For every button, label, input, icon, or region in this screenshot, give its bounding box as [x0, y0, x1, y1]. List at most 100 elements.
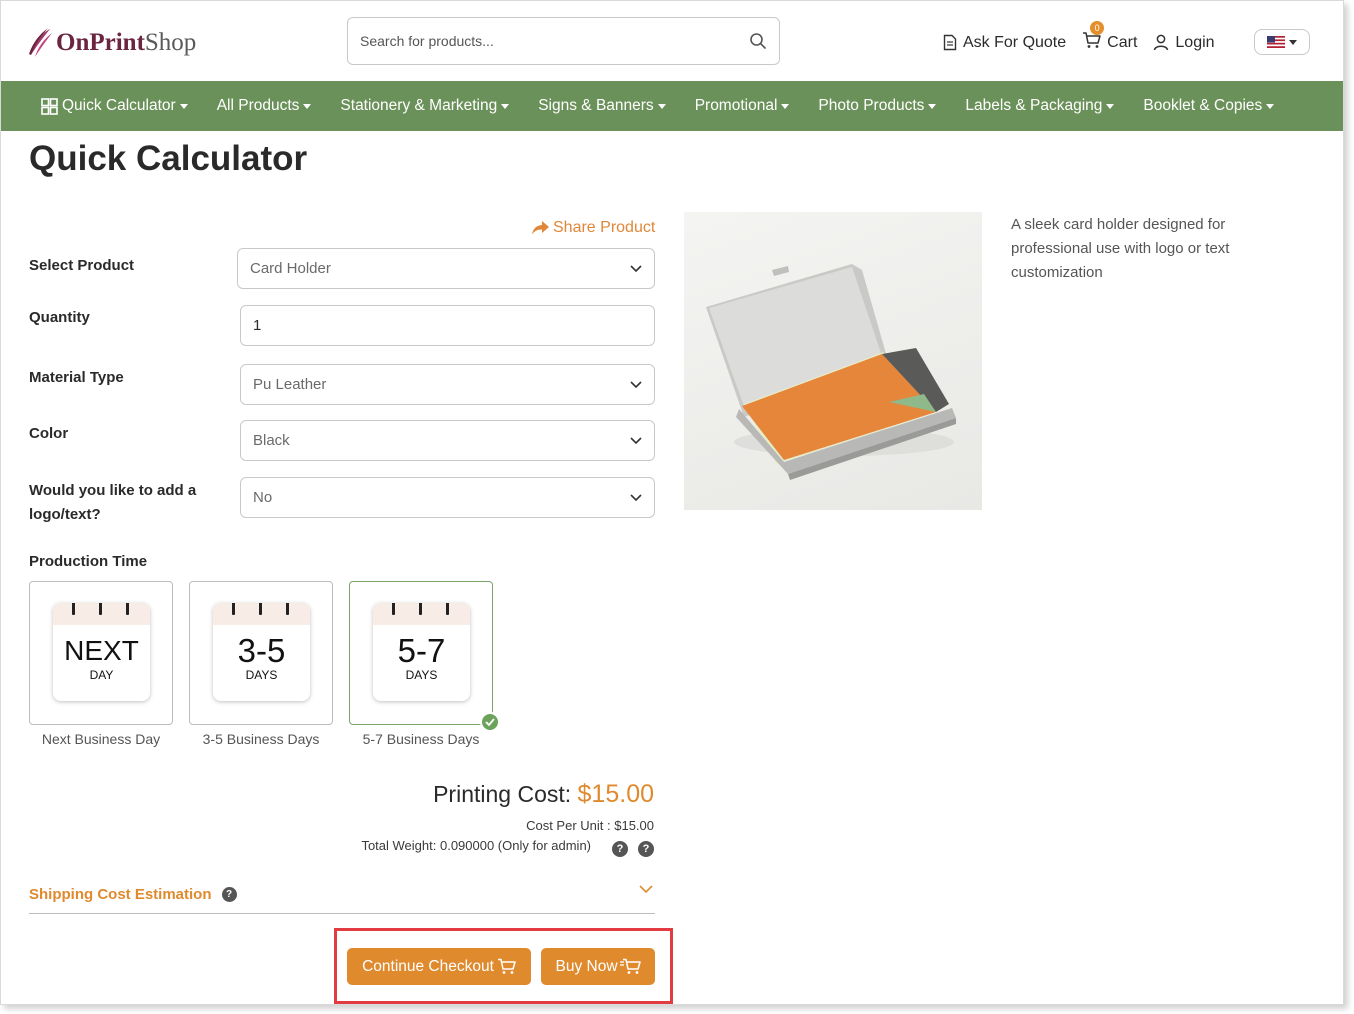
logo-bold-text: OnPrint [56, 29, 145, 56]
caret-down-icon [501, 103, 510, 109]
chevron-down-icon [630, 380, 642, 388]
calendar-big-text: 3-5 [237, 632, 286, 669]
chevron-down-icon [630, 436, 642, 444]
nav-label: Signs & Banners [538, 97, 654, 114]
logo-select-value: No [253, 489, 273, 506]
feather-logo-icon [29, 28, 52, 57]
ask-quote-link[interactable]: Ask For Quote [943, 34, 1066, 52]
production-caption: 5-7 Business Days [362, 731, 480, 747]
nav-label: All Products [216, 97, 300, 114]
nav-stationery-marketing[interactable]: Stationery & Marketing [340, 97, 510, 115]
material-type-label: Material Type [29, 369, 124, 386]
chevron-down-icon [1289, 39, 1297, 45]
production-option-next-day[interactable]: NEXT DAY [29, 581, 173, 725]
logo-text-select[interactable]: No [240, 477, 655, 518]
shipping-label: Shipping Cost Estimation [29, 886, 212, 903]
caret-down-icon [303, 103, 312, 109]
share-arrow-icon [532, 221, 549, 235]
divider [29, 913, 655, 914]
production-option-5-7-days[interactable]: 5-7 DAYS [349, 581, 493, 725]
calculator-grid-icon [41, 97, 58, 115]
nav-signs-banners[interactable]: Signs & Banners [538, 97, 666, 115]
printing-cost-value: $15.00 [577, 780, 654, 808]
language-selector[interactable] [1254, 29, 1310, 55]
nav-quick-calculator[interactable]: Quick Calculator [41, 97, 188, 115]
chevron-down-icon [630, 264, 642, 272]
logo-light-text: Shop [144, 29, 197, 56]
color-select-value: Black [253, 432, 290, 449]
calendar-big-text: NEXT [64, 635, 139, 666]
material-type-select[interactable]: Pu Leather [240, 364, 655, 405]
login-label: Login [1175, 33, 1215, 51]
site-logo[interactable]: OnPrintShop [28, 27, 196, 59]
calendar-icon: NEXT DAY [53, 603, 150, 701]
continue-checkout-button[interactable]: Continue Checkout [347, 948, 531, 985]
chevron-down-icon[interactable] [639, 885, 653, 894]
cost-per-unit: Cost Per Unit : $15.00 [526, 818, 654, 833]
nav-photo-products[interactable]: Photo Products [818, 97, 937, 115]
printing-cost: Printing Cost: $15.00 [433, 780, 654, 809]
quantity-value: 1 [253, 317, 262, 334]
ask-quote-label: Ask For Quote [963, 33, 1067, 51]
cart-label: Cart [1107, 33, 1138, 51]
nav-label: Labels & Packaging [965, 97, 1103, 114]
continue-checkout-label: Continue Checkout [362, 957, 494, 975]
cart-link[interactable]: 0 Cart [1082, 21, 1138, 54]
selected-check-icon [480, 712, 500, 732]
nav-label: Quick Calculator [62, 97, 176, 114]
site-header: OnPrintShop Ask For Quote [1, 1, 1343, 81]
calendar-small-text: DAY [89, 668, 114, 682]
page-title: Quick Calculator [29, 139, 308, 178]
production-time-label: Production Time [29, 553, 148, 570]
fast-cart-icon [619, 958, 641, 974]
header-links: Ask For Quote 0 Cart Login [943, 21, 1231, 54]
search-box[interactable] [347, 17, 780, 65]
search-icon[interactable] [749, 32, 767, 50]
cart-icon [497, 958, 516, 974]
search-input[interactable] [360, 33, 749, 49]
document-icon [943, 34, 957, 51]
shipping-estimation-toggle[interactable]: Shipping Cost Estimation ? [29, 886, 237, 903]
nav-all-products[interactable]: All Products [217, 97, 312, 115]
product-select[interactable]: Card Holder [237, 248, 655, 289]
buy-now-button[interactable]: Buy Now [541, 948, 655, 985]
production-caption: 3-5 Business Days [202, 731, 320, 747]
nav-label: Booklet & Copies [1143, 97, 1263, 114]
calendar-icon: 3-5 DAYS [213, 603, 310, 701]
login-link[interactable]: Login [1153, 33, 1215, 52]
material-select-value: Pu Leather [253, 376, 327, 393]
product-select-value: Card Holder [250, 260, 331, 277]
product-image [684, 212, 982, 510]
production-caption: Next Business Day [41, 731, 161, 747]
help-icon[interactable]: ? [638, 841, 654, 857]
buy-now-label: Buy Now [555, 957, 618, 975]
total-weight: Total Weight: 0.090000 (Only for admin) [361, 838, 591, 853]
color-label: Color [29, 425, 69, 442]
product-description: A sleek card holder designed for profess… [1011, 216, 1230, 281]
nav-promotional[interactable]: Promotional [695, 97, 790, 115]
user-icon [1154, 34, 1169, 51]
nav-labels-packaging[interactable]: Labels & Packaging [965, 97, 1115, 115]
share-product-link[interactable]: Share Product [532, 219, 655, 237]
cart-count-badge: 0 [1090, 21, 1105, 35]
caret-down-icon [1106, 103, 1115, 109]
help-icon[interactable]: ? [221, 887, 237, 902]
nav-booklet-copies[interactable]: Booklet & Copies [1143, 97, 1275, 115]
quantity-input[interactable]: 1 [240, 305, 655, 346]
help-icon[interactable]: ? [612, 841, 628, 857]
nav-label: Photo Products [818, 97, 925, 114]
production-option-3-5-days[interactable]: 3-5 DAYS [189, 581, 333, 725]
main-nav: Quick Calculator All Products Stationery… [1, 81, 1343, 131]
caret-down-icon [928, 103, 937, 109]
calendar-small-text: DAYS [405, 668, 438, 682]
nav-label: Stationery & Marketing [340, 97, 498, 114]
nav-label: Promotional [694, 97, 778, 114]
color-select[interactable]: Black [240, 420, 655, 461]
select-product-label: Select Product [29, 257, 135, 274]
logo-text-label: Would you like to add a logo/text? [29, 482, 197, 523]
browser-frame: OnPrintShop Ask For Quote [0, 0, 1344, 1005]
us-flag-icon [1267, 36, 1285, 48]
caret-down-icon [781, 103, 790, 109]
printing-cost-label: Printing Cost: [433, 781, 572, 807]
quantity-label: Quantity [29, 309, 90, 326]
